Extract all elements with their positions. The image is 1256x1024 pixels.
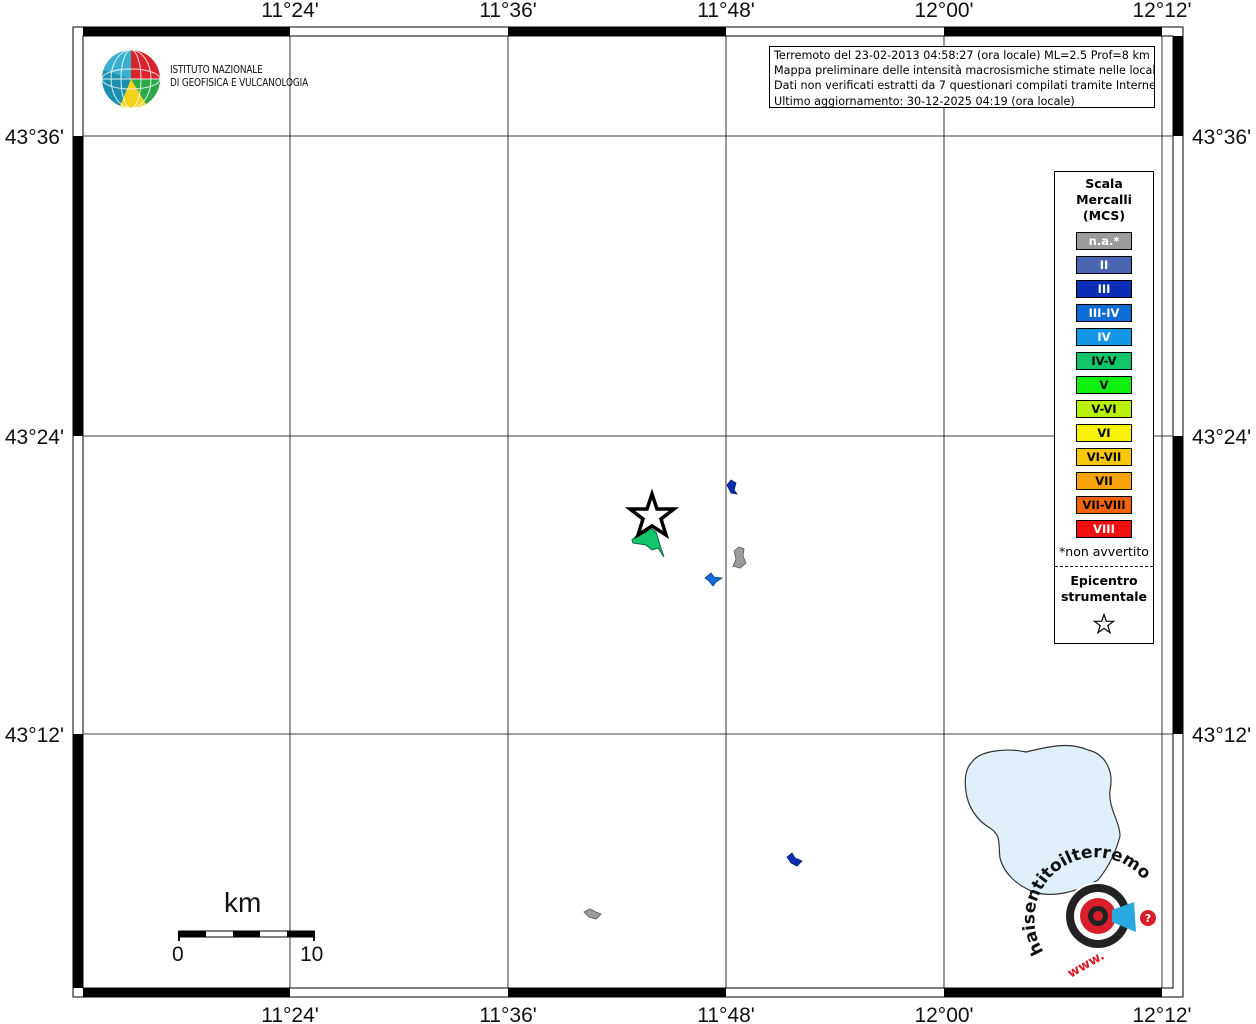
- ingv-name-line1: ISTITUTO NAZIONALE: [170, 64, 263, 76]
- lat-label-left-1: 43°36': [5, 126, 64, 149]
- event-info-line3: Dati non verificati estratti da 7 questi…: [774, 79, 1155, 93]
- lon-label-top-4: 12°00': [914, 0, 973, 22]
- bottom-border: [83, 988, 1162, 997]
- municipality-na-1: [732, 546, 747, 569]
- scalebar: [178, 930, 315, 941]
- right-border: [1173, 36, 1183, 734]
- legend-swatch: n.a.*: [1076, 232, 1132, 250]
- legend-separator: [1055, 566, 1153, 567]
- legend-title-line1: Scala: [1085, 176, 1123, 191]
- legend-swatch: VI-VII: [1076, 448, 1132, 466]
- hst-logo-url: www.: [1065, 948, 1107, 980]
- hst-logo-graphic: ? haisentitoilterremoto.it www.: [954, 725, 1156, 981]
- legend-swatch: V-VI: [1076, 400, 1132, 418]
- legend-swatches: n.a.* II III III-IV IV IV-V V V-VI VI VI-VII VII VI…: [1055, 232, 1153, 538]
- legend-epicenter-line1: Epicentro: [1070, 573, 1138, 588]
- legend-swatch: IV: [1076, 328, 1132, 346]
- lat-label-right-1: 43°36': [1192, 126, 1251, 149]
- lat-label-right-2: 43°24': [1192, 426, 1251, 449]
- hst-logo: ? haisentitoilterremoto.it www.: [954, 725, 1160, 981]
- lon-label-bottom-5: 12°12': [1132, 1004, 1191, 1024]
- scalebar-end: 10: [300, 943, 324, 966]
- lon-label-bottom-2: 11°36': [479, 1004, 537, 1024]
- legend-epicenter-line2: strumentale: [1060, 589, 1148, 604]
- top-border: [83, 27, 1162, 36]
- legend-swatch: III-IV: [1076, 304, 1132, 322]
- legend-swatch: V: [1076, 376, 1132, 394]
- event-info-line4: Ultimo aggiornamento: 30-12-2025 04:19 (…: [774, 94, 1075, 108]
- legend-star-icon: [1055, 612, 1153, 639]
- ingv-logo: ISTITUTO NAZIONALE DI GEOFISICA E VULCAN…: [100, 48, 320, 110]
- ingv-globe-icon: [101, 49, 161, 109]
- lon-label-top-3: 11°48': [697, 0, 755, 22]
- lon-label-bottom-3: 11°48': [697, 1004, 755, 1024]
- legend-swatch: VI: [1076, 424, 1132, 442]
- municipality-iii-iv: [704, 572, 724, 587]
- scalebar-start: 0: [172, 943, 184, 966]
- legend-title-line3: (MCS): [1082, 208, 1126, 223]
- legend-swatch: III: [1076, 280, 1132, 298]
- legend-swatch: VII: [1076, 472, 1132, 490]
- event-info-line1: Terremoto del 23-02-2013 04:58:27 (ora l…: [774, 49, 1150, 62]
- hst-target-center: [1093, 911, 1103, 921]
- lon-label-top-5: 12°12': [1132, 0, 1191, 22]
- event-info-box: Terremoto del 23-02-2013 04:58:27 (ora l…: [769, 46, 1155, 108]
- lat-label-left-3: 43°12': [5, 724, 64, 747]
- ingv-logo-text: ISTITUTO NAZIONALE DI GEOFISICA E VULCAN…: [170, 64, 308, 90]
- municipality-iii-2: [786, 852, 803, 867]
- legend-footnote: *non avvertito: [1059, 544, 1149, 559]
- lat-label-left-2: 43°24': [5, 426, 64, 449]
- intensity-legend: Scala Mercalli (MCS) n.a.* II III III-IV IV I…: [1054, 171, 1154, 644]
- lon-label-bottom-1: 11°24': [261, 1004, 319, 1024]
- legend-title-line2: Mercalli: [1076, 192, 1132, 207]
- ingv-name-line2: DI GEOFISICA E VULCANOLOGIA: [170, 77, 309, 89]
- lon-label-bottom-4: 12°00': [914, 1004, 973, 1024]
- hst-question-mark: ?: [1145, 912, 1151, 925]
- legend-epicenter-label: Epicentro strumentale: [1055, 573, 1153, 605]
- municipality-na-2: [583, 908, 602, 920]
- municipality-iii-1: [726, 479, 738, 495]
- lon-label-top-1: 11°24': [261, 0, 319, 22]
- lat-label-right-3: 43°12': [1192, 724, 1251, 747]
- scalebar-unit: km: [224, 887, 262, 918]
- legend-swatch: VII-VIII: [1076, 496, 1132, 514]
- left-border: [73, 136, 83, 988]
- event-info-line2: Mappa preliminare delle intensità macros…: [774, 64, 1155, 78]
- legend-swatch: IV-V: [1076, 352, 1132, 370]
- legend-title: Scala Mercalli (MCS): [1055, 176, 1153, 224]
- legend-swatch: II: [1076, 256, 1132, 274]
- lon-label-top-2: 11°36': [479, 0, 537, 22]
- legend-swatch: VIII: [1076, 520, 1132, 538]
